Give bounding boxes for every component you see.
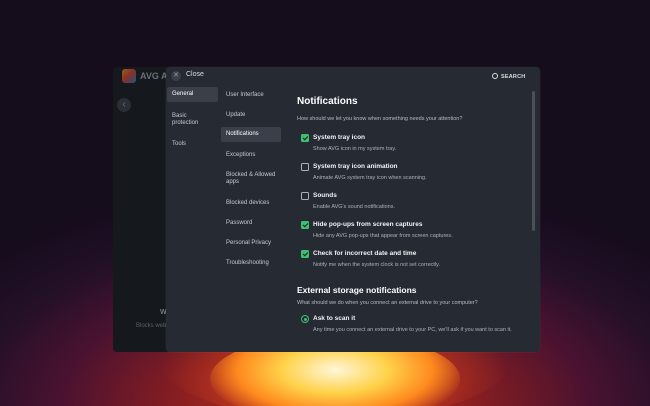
modal-topbar: ✕ Close SEARCH — [166, 67, 540, 85]
nav-item-troubleshooting[interactable]: Troubleshooting — [221, 256, 281, 271]
nav-item-personal-privacy[interactable]: Personal Privacy — [221, 236, 281, 251]
search-label: SEARCH — [501, 74, 526, 80]
external-storage-question: What should we do when you connect an ex… — [297, 300, 478, 306]
nav-item-tools[interactable]: Tools — [167, 137, 218, 152]
option-description: Any time you connect an external drive t… — [313, 327, 512, 333]
nav-item-user-interface[interactable]: User Interface — [221, 88, 281, 103]
nav-item-blocked-allowed-apps[interactable]: Blocked & Allowed apps — [221, 168, 281, 190]
option-description: Hide any AVG pop-ups that appear from sc… — [313, 233, 453, 239]
ask-to-scan-radio[interactable] — [301, 315, 309, 323]
notifications-title: Notifications — [297, 96, 358, 107]
external-storage-title: External storage notifications — [297, 285, 417, 295]
hide-popups-checkbox[interactable] — [301, 221, 309, 229]
check-date-time-checkbox[interactable] — [301, 250, 309, 258]
option-label: Check for incorrect date and time — [313, 250, 417, 257]
option-description: Notify me when the system clock is not s… — [313, 262, 441, 268]
option-label: Ask to scan it — [313, 315, 356, 322]
avg-logo-icon — [122, 69, 136, 83]
option-label: Hide pop-ups from screen captures — [313, 221, 423, 228]
sounds-checkbox[interactable] — [301, 192, 309, 200]
nav-item-password[interactable]: Password — [221, 216, 281, 231]
nav-item-exceptions[interactable]: Exceptions — [221, 148, 281, 163]
system-tray-icon-checkbox[interactable] — [301, 134, 309, 142]
nav-item-basic-protection[interactable]: Basic protection — [167, 109, 218, 131]
option-label: System tray icon animation — [313, 163, 398, 170]
option-label: Sounds — [313, 192, 337, 199]
close-button[interactable]: Close — [186, 71, 204, 78]
settings-modal: ✕ Close SEARCH General Basic protection … — [166, 67, 540, 352]
content-scrollbar[interactable] — [532, 91, 535, 231]
close-icon[interactable]: ✕ — [171, 71, 181, 81]
nav-item-notifications[interactable]: Notifications — [221, 127, 281, 142]
nav-item-general[interactable]: General — [167, 87, 218, 102]
search-button[interactable]: SEARCH — [492, 72, 525, 80]
option-description: Enable AVG's sound notifications. — [313, 204, 395, 210]
background-section-text: Blocks web — [136, 323, 167, 329]
option-description: Show AVG icon in my system tray. — [313, 146, 397, 152]
notifications-question: How should we let you know when somethin… — [297, 116, 463, 122]
option-description: Animate AVG system tray icon when scanni… — [313, 175, 427, 181]
back-arrow-icon: ‹ — [117, 98, 131, 112]
option-label: System tray icon — [313, 134, 366, 141]
search-icon — [492, 73, 498, 79]
nav-item-update[interactable]: Update — [221, 108, 281, 123]
system-tray-animation-checkbox[interactable] — [301, 163, 309, 171]
nav-item-blocked-devices[interactable]: Blocked devices — [221, 196, 281, 211]
